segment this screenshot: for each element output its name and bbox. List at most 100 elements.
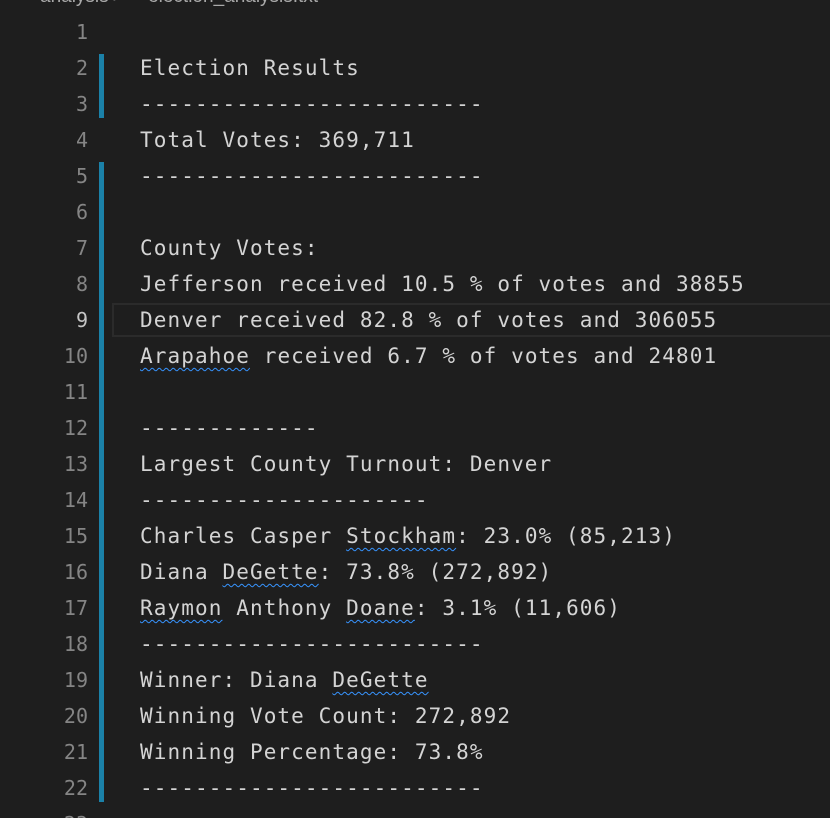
chevron-right-icon: ›	[113, 0, 119, 8]
spelling-warning[interactable]: Doane	[346, 596, 415, 620]
modified-line-indicator[interactable]	[99, 162, 104, 194]
line-text[interactable]: Raymon Anthony Doane: 3.1% (11,606)	[140, 590, 621, 626]
breadcrumb: analysis › ≡ election_analysis.txt	[40, 0, 318, 8]
line-number: 1	[75, 20, 88, 44]
modified-line-indicator[interactable]	[99, 446, 104, 482]
modified-line-indicator[interactable]	[99, 626, 104, 662]
code-line-4[interactable]: 4 Total Votes: 369,711	[0, 122, 830, 158]
line-number: 2	[75, 56, 88, 80]
line-text[interactable]: Jefferson received 10.5 % of votes and 3…	[140, 266, 745, 302]
gutter-decoration	[99, 122, 104, 158]
code-line-23[interactable]: 23	[0, 806, 830, 818]
line-number: 6	[75, 200, 88, 224]
line-text[interactable]: County Votes:	[140, 230, 319, 266]
line-number: 19	[63, 668, 88, 692]
line-text[interactable]: Winning Percentage: 73.8%	[140, 734, 484, 770]
spelling-warning[interactable]: Stockham	[346, 524, 456, 548]
spelling-warning[interactable]: DeGette	[222, 560, 318, 584]
modified-line-indicator[interactable]	[99, 338, 104, 374]
code-line-20[interactable]: 20 Winning Vote Count: 272,892	[0, 698, 830, 734]
code-line-19[interactable]: 19 Winner: Diana DeGette	[0, 662, 830, 698]
modified-line-indicator[interactable]	[99, 86, 104, 118]
code-line-21[interactable]: 21 Winning Percentage: 73.8%	[0, 734, 830, 770]
spelling-warning[interactable]: Arapahoe	[140, 344, 250, 368]
line-text[interactable]: Charles Casper Stockham: 23.0% (85,213)	[140, 518, 676, 554]
code-line-22[interactable]: 22 -------------------------	[0, 770, 830, 806]
code-line-16[interactable]: 16 Diana DeGette: 73.8% (272,892)	[0, 554, 830, 590]
line-number: 10	[63, 344, 88, 368]
code-line-2[interactable]: 2 Election Results	[0, 50, 830, 86]
modified-line-indicator[interactable]	[99, 518, 104, 554]
code-line-14[interactable]: 14 ---------------------	[0, 482, 830, 518]
line-number: 8	[75, 272, 88, 296]
modified-line-indicator[interactable]	[99, 734, 104, 770]
line-text[interactable]: -------------	[140, 410, 319, 446]
code-line-13[interactable]: 13 Largest County Turnout: Denver	[0, 446, 830, 482]
line-number: 3	[75, 92, 88, 116]
modified-line-indicator[interactable]	[99, 54, 104, 86]
modified-line-indicator[interactable]	[99, 410, 104, 446]
code-line-3[interactable]: 3 -------------------------	[0, 86, 830, 122]
code-line-18[interactable]: 18 -------------------------	[0, 626, 830, 662]
modified-line-indicator[interactable]	[99, 554, 104, 590]
line-number: 13	[63, 452, 88, 476]
code-line-7[interactable]: 7 County Votes:	[0, 230, 830, 266]
line-number: 16	[63, 560, 88, 584]
code-editor[interactable]: analysis › ≡ election_analysis.txt 1 2 Elec…	[0, 0, 830, 818]
line-number: 14	[63, 488, 88, 512]
modified-line-indicator[interactable]	[99, 482, 104, 518]
modified-line-indicator[interactable]	[99, 590, 104, 626]
code-line-15[interactable]: 15 Charles Casper Stockham: 23.0% (85,21…	[0, 518, 830, 554]
line-number: 11	[63, 380, 88, 404]
spelling-warning[interactable]: Raymon	[140, 596, 222, 620]
line-text[interactable]: ---------------------	[140, 482, 429, 518]
line-number: 20	[63, 704, 88, 728]
code-line-6[interactable]: 6	[0, 194, 830, 230]
line-text[interactable]: Election Results	[140, 50, 360, 86]
modified-line-indicator[interactable]	[99, 302, 104, 338]
modified-line-indicator[interactable]	[99, 194, 104, 230]
modified-line-indicator[interactable]	[99, 770, 104, 802]
text-file-icon: ≡	[131, 0, 142, 8]
modified-line-indicator[interactable]	[99, 230, 104, 266]
code-line-5[interactable]: 5 -------------------------	[0, 158, 830, 194]
code-line-17[interactable]: 17 Raymon Anthony Doane: 3.1% (11,606)	[0, 590, 830, 626]
line-text[interactable]: -------------------------	[140, 158, 484, 194]
line-text[interactable]: Denver received 82.8 % of votes and 3060…	[140, 302, 717, 338]
line-number: 9	[75, 308, 88, 332]
line-text[interactable]: -------------------------	[140, 626, 484, 662]
line-number: 23	[0, 806, 88, 818]
line-number: 21	[63, 740, 88, 764]
line-number: 12	[63, 416, 88, 440]
modified-line-indicator[interactable]	[99, 266, 104, 302]
line-text[interactable]: Arapahoe received 6.7 % of votes and 248…	[140, 338, 717, 374]
line-text[interactable]: Diana DeGette: 73.8% (272,892)	[140, 554, 552, 590]
code-line-10[interactable]: 10 Arapahoe received 6.7 % of votes and …	[0, 338, 830, 374]
breadcrumb-file[interactable]: election_analysis.txt	[148, 0, 318, 8]
line-text[interactable]: Winner: Diana DeGette	[140, 662, 429, 698]
line-number: 22	[63, 776, 88, 800]
line-text[interactable]: Largest County Turnout: Denver	[140, 446, 552, 482]
modified-line-indicator[interactable]	[99, 698, 104, 734]
line-number: 17	[63, 596, 88, 620]
line-text[interactable]: Total Votes: 369,711	[140, 122, 415, 158]
line-number: 7	[75, 236, 88, 260]
code-line-11[interactable]: 11	[0, 374, 830, 410]
line-text[interactable]: Winning Vote Count: 272,892	[140, 698, 511, 734]
line-number: 18	[63, 632, 88, 656]
modified-line-indicator[interactable]	[99, 662, 104, 698]
modified-line-indicator[interactable]	[99, 374, 104, 410]
breadcrumb-folder[interactable]: analysis	[40, 0, 109, 8]
code-line-1[interactable]: 1	[0, 14, 830, 50]
gutter-decoration	[99, 14, 104, 50]
line-number: 5	[75, 164, 88, 188]
code-line-12[interactable]: 12 -------------	[0, 410, 830, 446]
spelling-warning[interactable]: DeGette	[332, 668, 428, 692]
line-text[interactable]: -------------------------	[140, 770, 484, 806]
code-line-8[interactable]: 8 Jefferson received 10.5 % of votes and…	[0, 266, 830, 302]
code-line-9[interactable]: 9 Denver received 82.8 % of votes and 30…	[0, 302, 830, 338]
line-number: 15	[63, 524, 88, 548]
line-text[interactable]: -------------------------	[140, 86, 484, 122]
editor-lines[interactable]: 1 2 Election Results 3 -----------------…	[0, 14, 830, 818]
line-number: 4	[75, 128, 88, 152]
